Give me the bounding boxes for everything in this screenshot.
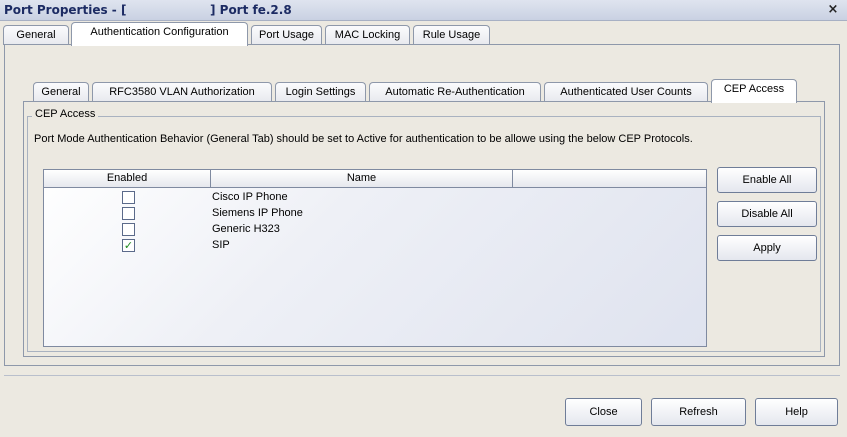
- subtab-rfc3580-vlan-authorization[interactable]: RFC3580 VLAN Authorization: [92, 82, 272, 102]
- table-header: Enabled Name: [44, 170, 706, 188]
- close-button[interactable]: Close: [565, 398, 642, 426]
- protocol-name: Generic H323: [212, 223, 280, 235]
- disable-all-button[interactable]: Disable All: [717, 201, 817, 227]
- column-header-enabled[interactable]: Enabled: [44, 170, 211, 187]
- outer-tab-strip: General Authentication Configuration Por…: [0, 21, 847, 46]
- enabled-checkbox[interactable]: [122, 191, 135, 204]
- table-row[interactable]: Generic H323: [44, 222, 706, 238]
- apply-button[interactable]: Apply: [717, 235, 817, 261]
- enabled-checkbox[interactable]: [122, 223, 135, 236]
- enabled-checkbox-checked[interactable]: ✓: [122, 239, 135, 252]
- refresh-button[interactable]: Refresh: [651, 398, 746, 426]
- subtab-login-settings[interactable]: Login Settings: [275, 82, 366, 102]
- table-row[interactable]: ✓ SIP: [44, 238, 706, 254]
- title-bar: Port Properties - [ ] Port fe.2.8 ×: [0, 0, 847, 21]
- help-button[interactable]: Help: [755, 398, 838, 426]
- cep-access-group-title: CEP Access: [32, 108, 99, 120]
- enabled-checkbox[interactable]: [122, 207, 135, 220]
- tab-mac-locking[interactable]: MAC Locking: [325, 25, 410, 45]
- tab-port-usage[interactable]: Port Usage: [251, 25, 322, 45]
- window-title: Port Properties - [ ] Port fe.2.8: [4, 3, 292, 17]
- table-row[interactable]: Cisco IP Phone: [44, 190, 706, 206]
- subtab-general[interactable]: General: [33, 82, 89, 102]
- subtab-cep-access[interactable]: CEP Access: [711, 79, 797, 103]
- subtab-automatic-re-authentication[interactable]: Automatic Re-Authentication: [369, 82, 541, 102]
- cep-description: Port Mode Authentication Behavior (Gener…: [34, 133, 693, 145]
- table-row[interactable]: Siemens IP Phone: [44, 206, 706, 222]
- protocol-name: SIP: [212, 239, 230, 251]
- column-header-name[interactable]: Name: [211, 170, 513, 187]
- tab-general[interactable]: General: [3, 25, 69, 45]
- footer-divider: [4, 375, 840, 376]
- enable-all-button[interactable]: Enable All: [717, 167, 817, 193]
- tab-rule-usage[interactable]: Rule Usage: [413, 25, 490, 45]
- cep-protocol-table[interactable]: Enabled Name Cisco IP Phone Siemens IP P…: [43, 169, 707, 347]
- subtab-authenticated-user-counts[interactable]: Authenticated User Counts: [544, 82, 708, 102]
- protocol-name: Cisco IP Phone: [212, 191, 288, 203]
- protocol-name: Siemens IP Phone: [212, 207, 303, 219]
- tab-authentication-configuration[interactable]: Authentication Configuration: [71, 22, 248, 46]
- close-icon[interactable]: ×: [825, 2, 841, 18]
